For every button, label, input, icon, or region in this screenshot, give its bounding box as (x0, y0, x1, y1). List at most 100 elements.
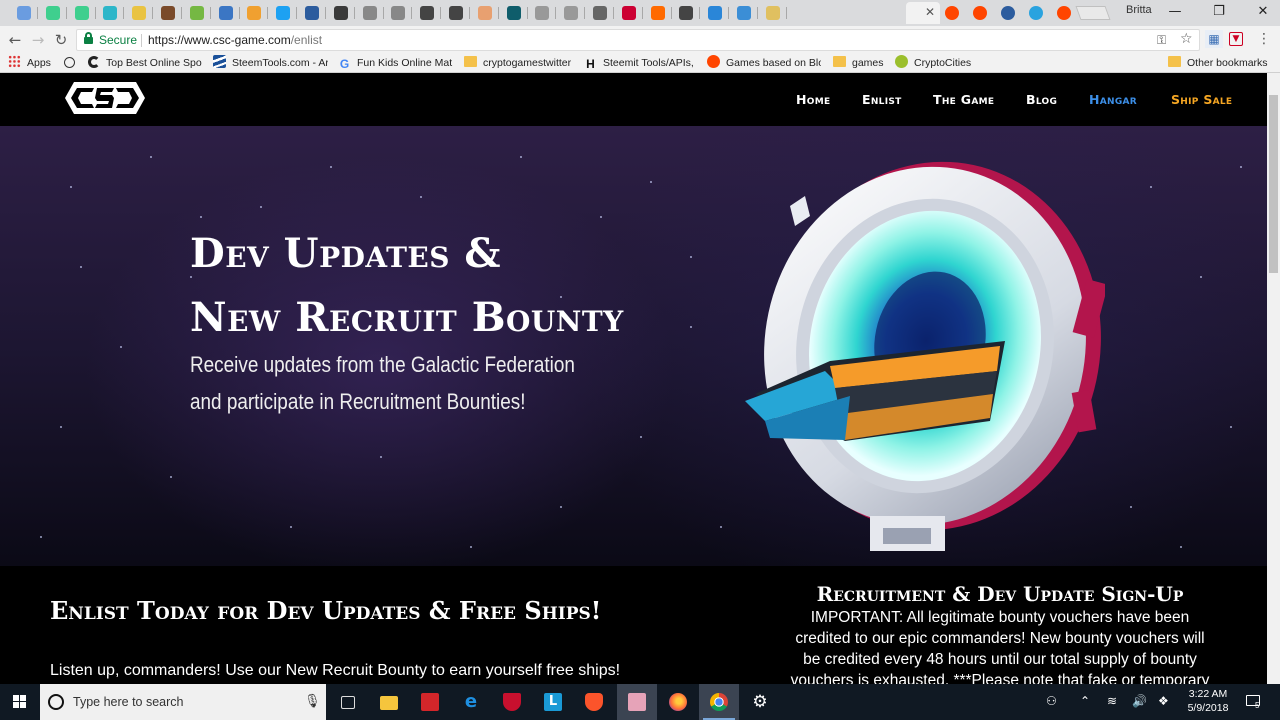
nav-hangar[interactable]: Hangar (1089, 92, 1137, 107)
nav-enlist[interactable]: Enlist (862, 92, 902, 107)
browser-tab[interactable] (298, 2, 326, 24)
back-button[interactable]: ← (5, 30, 25, 50)
enlist-section: Enlist Today for Dev Updates & Free Ship… (0, 566, 1267, 684)
bookmark-other[interactable]: Other bookmarks (1168, 55, 1276, 71)
browser-tab[interactable] (356, 2, 384, 24)
bookmark-fun-kids[interactable]: G Fun Kids Online Mat (338, 55, 453, 71)
browser-tab[interactable] (442, 2, 470, 24)
taskbar-file-explorer[interactable] (369, 684, 409, 720)
minimize-button[interactable]: — (1160, 3, 1190, 21)
browser-tab[interactable] (586, 2, 614, 24)
browser-tab[interactable] (413, 2, 442, 24)
browser-tab[interactable] (154, 2, 182, 24)
browser-tab[interactable] (471, 2, 499, 24)
extension-icon[interactable]: ▦ (1205, 30, 1223, 48)
nav-ship-sale[interactable]: Ship Sale (1171, 92, 1232, 107)
browser-tab[interactable] (994, 2, 1022, 24)
bookmark-star-icon[interactable]: ☆ (1180, 31, 1193, 47)
browser-tab[interactable] (500, 2, 528, 24)
browser-tab[interactable] (384, 2, 413, 24)
nav-blog[interactable]: Blog (1026, 92, 1057, 107)
nav-the-game[interactable]: The Game (933, 92, 994, 107)
star-decoration (80, 266, 82, 268)
browser-tab[interactable] (1022, 2, 1050, 24)
taskbar-chrome[interactable] (699, 684, 739, 720)
pocket-icon[interactable]: ▼ (1229, 32, 1243, 46)
bookmark-history[interactable] (64, 55, 78, 71)
browser-tab[interactable] (672, 2, 701, 24)
browser-tab[interactable] (615, 2, 643, 24)
microphone-icon[interactable]: 🎙 (304, 694, 321, 709)
taskbar-firefox[interactable] (658, 684, 698, 720)
reload-button[interactable]: ↻ (51, 30, 71, 50)
browser-tab[interactable] (183, 2, 211, 24)
browser-tab[interactable] (528, 2, 557, 24)
maximize-button[interactable]: ❐ (1204, 3, 1234, 21)
browser-toolbar: ← → ↻ Secure https://www.csc-game.com/en… (0, 26, 1280, 53)
start-button[interactable] (0, 684, 40, 720)
volume-icon[interactable]: 🔊 (1132, 694, 1147, 708)
taskbar-mcafee[interactable] (492, 684, 532, 720)
page-scrollbar[interactable] (1267, 73, 1280, 684)
tab-favicon-icon (477, 6, 492, 20)
bookmark-top-best[interactable]: Top Best Online Spo (88, 55, 205, 71)
url-text[interactable]: https://www.csc-game.com/enlist (148, 33, 322, 47)
browser-tab[interactable] (730, 2, 758, 24)
browser-tab[interactable] (759, 2, 787, 24)
browser-tab[interactable] (327, 2, 355, 24)
browser-tab[interactable] (966, 2, 994, 24)
scrollbar-thumb[interactable] (1269, 95, 1278, 273)
forward-button[interactable]: → (28, 30, 48, 50)
browser-tab[interactable] (212, 2, 240, 24)
close-tab-icon[interactable]: ✕ (925, 5, 935, 19)
taskbar-search[interactable]: Type here to search 🎙 (40, 684, 326, 720)
bookmark-steemit-tools[interactable]: H Steemit Tools/APIs, S (584, 55, 696, 71)
browser-tab[interactable] (39, 2, 67, 24)
nav-home[interactable]: Home (796, 92, 830, 107)
system-clock[interactable]: 3:22 AM 5/9/2018 (1186, 687, 1230, 715)
browser-tab[interactable] (557, 2, 586, 24)
folder-icon (1168, 56, 1181, 67)
wifi-icon[interactable]: ≋ (1107, 694, 1117, 708)
tab-favicon-icon (276, 6, 291, 20)
new-tab-button[interactable] (1075, 6, 1111, 20)
history-icon (64, 57, 75, 68)
taskbar-app-red[interactable] (410, 684, 450, 720)
address-separator (141, 34, 142, 47)
browser-tab[interactable] (125, 2, 154, 24)
taskbar-app-l[interactable]: L (533, 684, 573, 720)
bookmark-cryptocities[interactable]: CryptoCities (895, 55, 977, 71)
address-bar[interactable]: Secure https://www.csc-game.com/enlist ⚿… (76, 29, 1200, 51)
browser-tab[interactable] (938, 2, 966, 24)
tab-favicon-icon (103, 6, 118, 20)
profile-name[interactable]: Britta (1126, 4, 1152, 16)
taskbar-brave[interactable] (574, 684, 614, 720)
bookmark-cryptogamestwitter[interactable]: cryptogamestwitter (464, 55, 574, 71)
menu-icon[interactable]: ⋮ (1255, 30, 1273, 48)
dropbox-icon[interactable]: ❖ (1158, 694, 1169, 708)
taskbar-settings[interactable]: ⚙ (740, 684, 780, 720)
bookmark-games[interactable]: games (833, 55, 889, 71)
browser-tab-active[interactable]: ✕ (906, 2, 940, 24)
csc-logo[interactable] (64, 81, 146, 115)
browser-tab[interactable] (10, 2, 38, 24)
browser-tab[interactable] (96, 2, 125, 24)
tab-favicon-icon (449, 6, 463, 20)
people-icon[interactable]: ⚇ (1046, 694, 1057, 708)
taskbar-edge[interactable]: e (451, 684, 491, 720)
task-view-button[interactable] (328, 684, 368, 720)
bookmark-apps[interactable]: Apps (8, 55, 51, 71)
bookmark-games-blockchain[interactable]: Games based on Blo (707, 55, 821, 71)
show-hidden-icons-chevron-icon[interactable]: ⌃ (1080, 694, 1090, 708)
browser-tab[interactable] (269, 2, 298, 24)
key-icon[interactable]: ⚿ (1157, 33, 1166, 48)
browser-tab[interactable] (68, 2, 96, 24)
browser-tab[interactable] (1050, 2, 1078, 24)
close-window-button[interactable]: ✕ (1248, 3, 1278, 21)
browser-tab[interactable] (701, 2, 730, 24)
browser-tab[interactable] (644, 2, 672, 24)
browser-tab[interactable] (240, 2, 269, 24)
action-center-button[interactable]: 5 (1244, 692, 1264, 712)
bookmark-steemtools[interactable]: SteemTools.com - Ar (213, 55, 328, 71)
taskbar-app-active[interactable] (617, 684, 657, 720)
